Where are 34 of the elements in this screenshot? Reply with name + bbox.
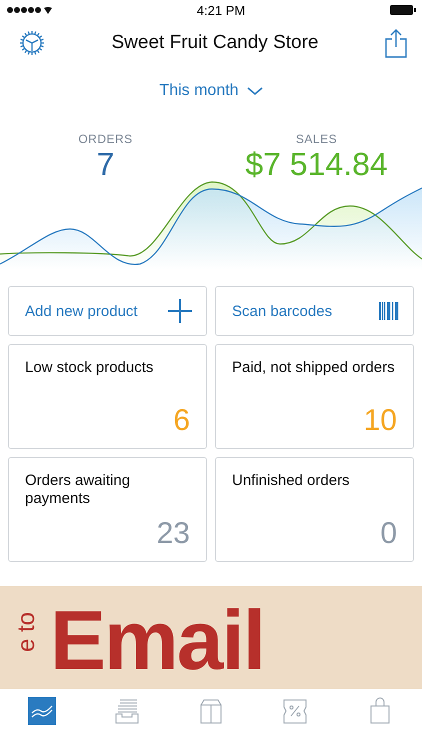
settings-icon[interactable] [18, 29, 46, 57]
discounts-tab[interactable] [281, 697, 310, 725]
chevron-down-icon [246, 86, 263, 96]
orders-tab[interactable] [112, 697, 141, 725]
card-label: Low stock products [25, 359, 154, 377]
card-count: 6 [173, 404, 190, 438]
plus-icon [168, 299, 192, 323]
share-icon[interactable] [384, 28, 408, 58]
stat-label: SALES [296, 132, 338, 146]
card-count: 0 [380, 517, 397, 551]
promo-banner[interactable]: e to Email [0, 586, 422, 689]
summary-card[interactable]: Unfinished orders 0 [215, 457, 414, 562]
card-label: Unfinished orders [232, 472, 351, 490]
stat-value: 7 [96, 146, 114, 182]
stat-label: ORDERS [78, 132, 133, 146]
store-title: Sweet Fruit Candy Store [112, 32, 318, 54]
summary-card[interactable]: Low stock products 6 [8, 344, 207, 449]
summary-card[interactable]: Paid, not shipped orders 10 [215, 344, 414, 449]
status-time: 4:21 PM [196, 2, 246, 18]
card-count: 10 [364, 404, 397, 438]
barcode-icon [379, 302, 399, 320]
card-label: Paid, not shipped orders [232, 359, 396, 377]
summary-card[interactable]: Orders awaiting payments 23 [8, 457, 207, 562]
banner-side-text: e to [14, 612, 40, 652]
signal-icon [6, 5, 52, 15]
banner-headline: Email [50, 598, 264, 682]
battery-icon [390, 5, 416, 15]
scan-barcodes-button[interactable]: Scan barcodes [215, 286, 414, 336]
stat-value: $7 514.84 [245, 146, 388, 182]
card-label: Orders awaiting payments [25, 472, 132, 508]
add-product-button[interactable]: Add new product [8, 286, 207, 336]
card-count: 23 [156, 517, 190, 551]
dashboard-tab[interactable] [28, 697, 56, 725]
period-selector[interactable]: This month [157, 80, 265, 102]
